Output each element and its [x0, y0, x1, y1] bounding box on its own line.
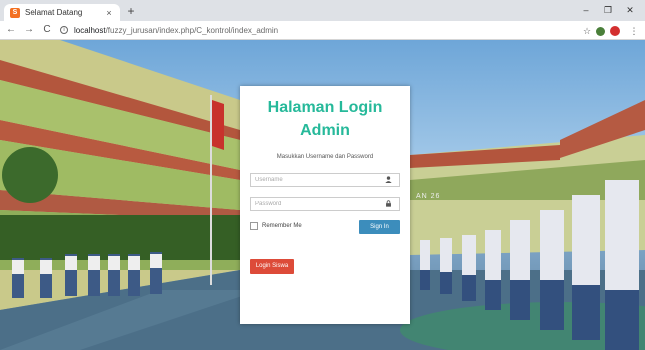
- lock-icon: [381, 199, 395, 209]
- login-siswa-button[interactable]: Login Siswa: [250, 259, 294, 274]
- browser-tab-bar: S Selamat Datang × + – ❐ ✕: [0, 0, 645, 21]
- remember-me-checkbox[interactable]: [250, 222, 258, 230]
- address-bar: ← → C i localhost/fuzzy_jurusan/index.ph…: [0, 21, 645, 40]
- remember-me-label[interactable]: Remember Me: [262, 223, 302, 229]
- window-controls: – ❐ ✕: [575, 3, 641, 17]
- user-icon: [381, 175, 395, 185]
- browser-tab[interactable]: S Selamat Datang ×: [4, 4, 120, 21]
- forward-button[interactable]: →: [22, 23, 36, 37]
- site-info-icon[interactable]: i: [60, 26, 68, 34]
- url-input[interactable]: i localhost/fuzzy_jurusan/index.php/C_ko…: [60, 23, 590, 37]
- tab-close-icon[interactable]: ×: [104, 8, 114, 18]
- new-tab-button[interactable]: +: [124, 4, 138, 18]
- url-host: localhost: [74, 25, 106, 35]
- remember-me: Remember Me: [250, 222, 302, 230]
- sign-in-button[interactable]: Sign In: [359, 220, 400, 234]
- username-field-wrapper: [250, 173, 400, 187]
- site-favicon-icon: S: [10, 7, 20, 18]
- banner-text: AN 26: [416, 193, 441, 200]
- reload-button[interactable]: C: [40, 23, 54, 37]
- page-background: AN 26 Halaman Login Admin Masukkan Usern…: [0, 40, 645, 350]
- url-path: /fuzzy_jurusan/index.php/C_kontrol/index…: [105, 25, 279, 35]
- page-title: Halaman Login Admin: [240, 96, 410, 142]
- minimize-button[interactable]: –: [575, 3, 597, 17]
- close-window-button[interactable]: ✕: [619, 3, 641, 17]
- browser-menu-icon[interactable]: ⋮: [627, 24, 641, 38]
- title-line-1: Halaman Login: [267, 99, 383, 116]
- login-card: Halaman Login Admin Masukkan Username da…: [240, 86, 410, 324]
- tab-title: Selamat Datang: [25, 8, 83, 17]
- bookmark-star-icon[interactable]: ☆: [580, 24, 594, 38]
- title-line-2: Admin: [300, 122, 350, 139]
- password-field-wrapper: [250, 197, 400, 211]
- back-button[interactable]: ←: [4, 23, 18, 37]
- maximize-button[interactable]: ❐: [597, 3, 619, 17]
- toolbar-icons: ☆ ⋮: [576, 24, 641, 38]
- extension-icon[interactable]: [596, 26, 605, 36]
- profile-avatar-icon[interactable]: [610, 26, 620, 36]
- username-input[interactable]: [251, 174, 381, 186]
- password-input[interactable]: [251, 198, 381, 210]
- login-instructions: Masukkan Username dan Password: [276, 154, 374, 160]
